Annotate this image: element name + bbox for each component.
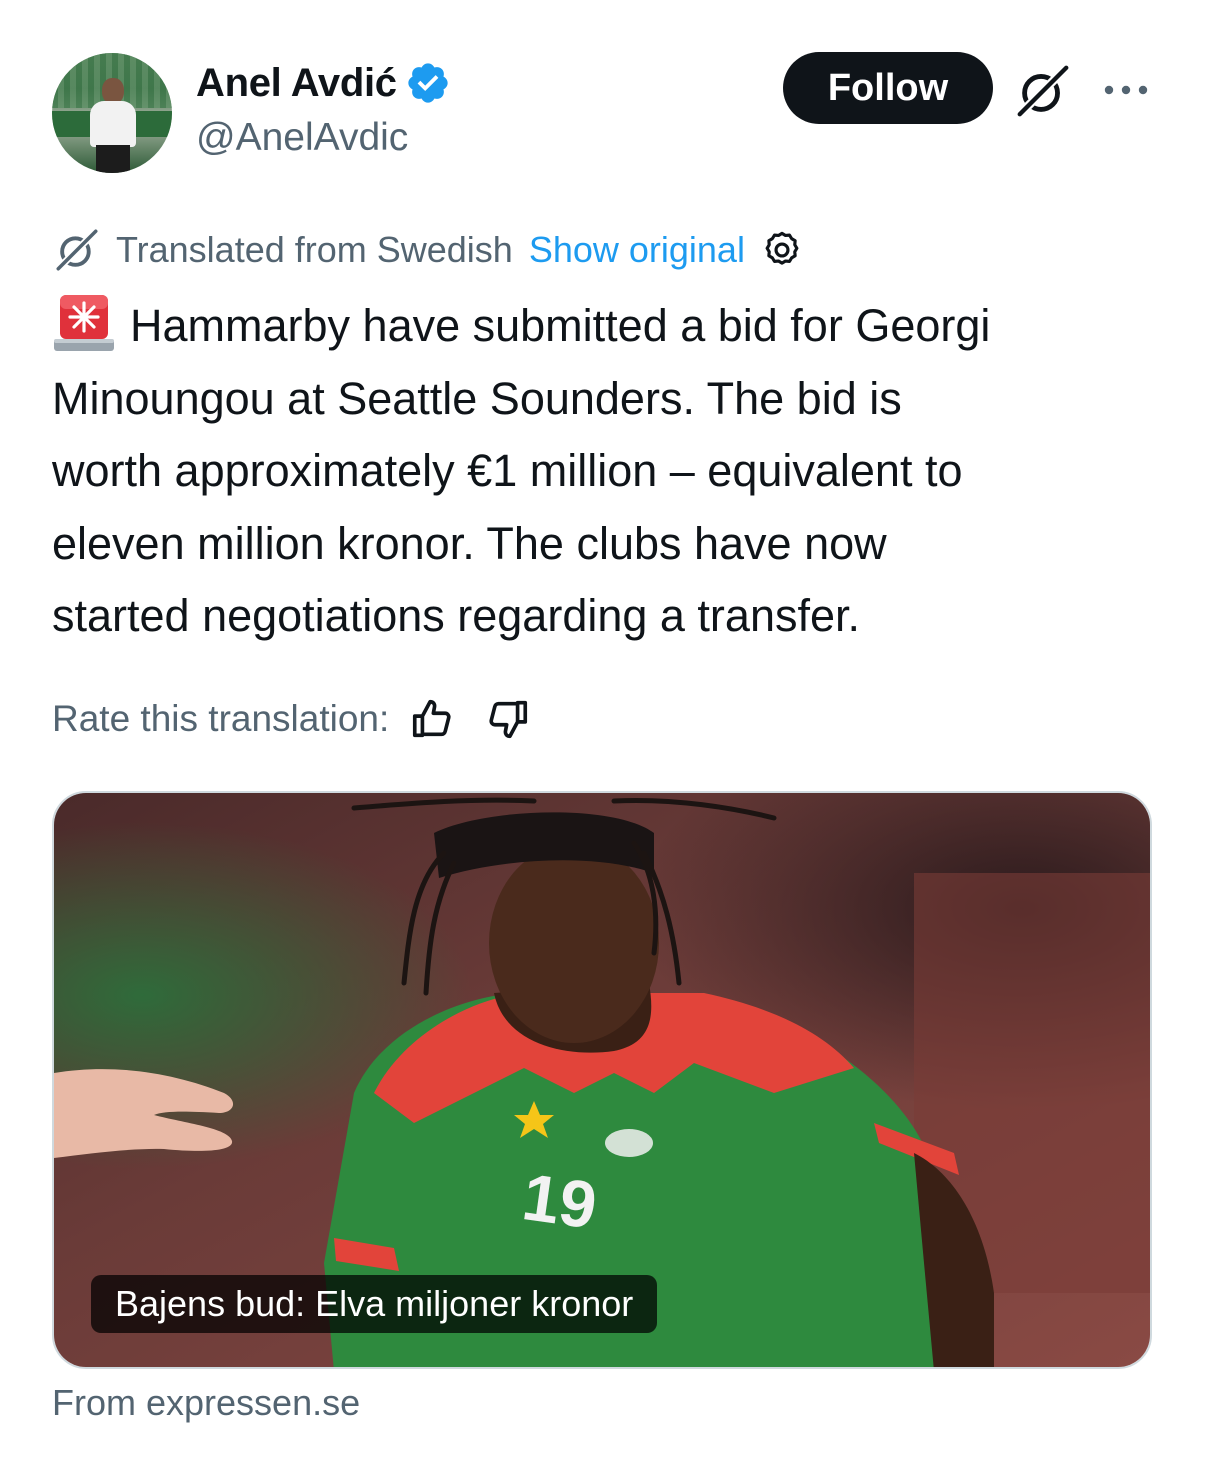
author-name-row: Anel Avdić [196, 57, 451, 109]
avatar-person-legs [96, 145, 130, 173]
translated-from-label: Translated from Swedish [116, 229, 513, 270]
more-options-icon[interactable] [1102, 76, 1150, 104]
verified-badge-icon [408, 63, 448, 103]
thumbs-up-icon[interactable] [409, 696, 455, 742]
show-original-link[interactable]: Show original [529, 229, 745, 271]
author-handle[interactable]: @AnelAvdic [196, 116, 408, 160]
tweet-line-text: Hammarby have submitted a bid for Georgi [130, 300, 991, 351]
tweet-body: Hammarby have submitted a bid for Georgi… [52, 290, 1162, 653]
rate-translation-label: Rate this translation: [52, 698, 390, 739]
tweet-line: Hammarby have submitted a bid for Georgi [52, 290, 1162, 363]
thumbs-down-icon[interactable] [485, 696, 531, 742]
tweet-line: started negotiations regarding a transfe… [52, 590, 861, 641]
grok-translate-icon [55, 228, 99, 272]
tweet-line: eleven million kronor. The clubs have no… [52, 517, 887, 569]
rate-translation-row: Rate this translation: [52, 692, 531, 746]
police-siren-icon [54, 295, 114, 351]
svg-text:19: 19 [518, 1159, 601, 1242]
translation-notice-row: Translated from Swedish Show original [52, 224, 803, 276]
tweet-line: Minoungou at Seattle Sounders. The bid i… [52, 372, 902, 424]
gear-icon[interactable] [761, 229, 803, 271]
avatar-person-body [90, 101, 136, 147]
tweet-line: worth approximately €1 million – equival… [52, 445, 963, 496]
follow-button[interactable]: Follow [783, 52, 993, 124]
link-card[interactable]: 19 Bajens bud: Elva miljoner kronor [52, 791, 1152, 1369]
media-caption: Bajens bud: Elva miljoner kronor [91, 1275, 658, 1333]
author-display-name[interactable]: Anel Avdić [196, 61, 397, 106]
author-avatar[interactable] [52, 53, 172, 173]
grok-icon[interactable] [1012, 60, 1074, 122]
link-source[interactable]: From expressen.se [52, 1382, 360, 1424]
